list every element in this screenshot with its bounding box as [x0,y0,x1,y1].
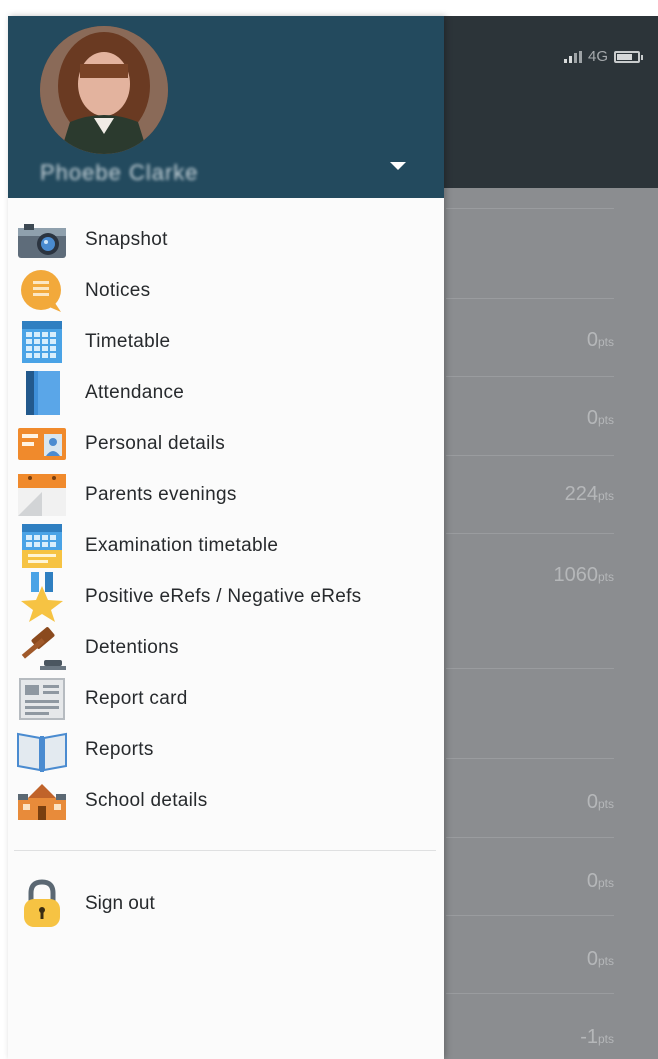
points-value: 0 [586,948,598,970]
calendar-grid-icon [16,316,68,367]
chevron-down-icon [390,162,406,170]
points-unit: pts [597,570,614,584]
account-dropdown-button[interactable] [380,148,416,184]
user-name: Phoebe Clarke [40,160,199,185]
list-row [446,668,614,758]
padlock-icon [16,876,68,932]
navigation-drawer: Phoebe Clarke Snapshot Notices Timetable… [8,16,444,1059]
avatar[interactable] [40,26,168,154]
register-book-icon [16,367,68,418]
points-unit: pts [597,797,614,811]
menu-item-label: Attendance [85,381,185,403]
menu-divider [14,850,436,851]
open-book-icon [16,724,68,775]
menu-item-label: Snapshot [85,228,168,250]
menu-item-school-details[interactable]: School details [8,775,444,826]
menu-item-label: Positive eRefs / Negative eRefs [85,585,362,607]
sign-out-label: Sign out [85,893,155,914]
menu-item-label: Notices [85,279,151,301]
points-value: 224 [564,483,598,505]
menu-item-label: Personal details [85,432,225,454]
menu-item-label: Reports [85,738,154,760]
menu-item-report-card[interactable]: Report card [8,673,444,724]
menu-item-erefs[interactable]: Positive eRefs / Negative eRefs [8,571,444,622]
status-bar: 4G [563,48,643,65]
menu-item-label: Timetable [85,330,171,352]
points-unit: pts [597,1032,614,1046]
menu-item-notices[interactable]: Notices [8,265,444,316]
points-value: 0 [586,791,598,813]
points-unit: pts [597,413,614,427]
list-row: 0pts [446,298,614,376]
points-unit: pts [597,335,614,349]
network-type: 4G [587,48,608,65]
camera-icon [16,214,68,265]
menu-item-reports[interactable]: Reports [8,724,444,775]
menu-item-personal-details[interactable]: Personal details [8,418,444,469]
points-value: 0 [586,870,598,892]
menu-item-label: School details [85,789,208,811]
menu-item-snapshot[interactable]: Snapshot [8,214,444,265]
school-building-icon [16,775,68,826]
notice-bubble-icon [16,265,68,316]
list-row [446,208,614,298]
battery-icon [614,50,643,63]
menu-item-label: Report card [85,687,188,709]
points-value: 0 [586,407,598,429]
desk-calendar-icon [16,469,68,520]
points-unit: pts [597,876,614,890]
sign-out-button[interactable]: Sign out [8,876,444,932]
exam-calendar-icon [16,520,68,571]
list-row: 0pts [446,376,614,455]
list-row: 224pts [446,455,614,533]
menu-item-timetable[interactable]: Timetable [8,316,444,367]
report-card-icon [16,673,68,724]
gavel-icon [16,622,68,673]
drawer-menu: Snapshot Notices Timetable Attendance Pe… [8,214,444,826]
id-card-icon [16,418,68,469]
points-unit: pts [597,489,614,503]
points-value: -1 [580,1026,598,1048]
menu-item-attendance[interactable]: Attendance [8,367,444,418]
points-unit: pts [597,954,614,968]
list-row: 1060pts [446,533,614,668]
menu-item-examination-timetable[interactable]: Examination timetable [8,520,444,571]
star-medal-icon [16,571,68,622]
signal-icon [563,50,582,63]
list-row: 0pts [446,837,614,915]
drawer-header: Phoebe Clarke [8,16,444,198]
menu-item-detentions[interactable]: Detentions [8,622,444,673]
menu-item-label: Detentions [85,636,179,658]
menu-item-label: Examination timetable [85,534,279,556]
menu-item-parents-evenings[interactable]: Parents evenings [8,469,444,520]
list-row: -1pts [446,993,614,1059]
list-row: 0pts [446,915,614,993]
menu-item-label: Parents evenings [85,483,237,505]
points-value: 0 [586,329,598,351]
list-row: 0pts [446,758,614,837]
points-value: 1060 [553,564,598,586]
